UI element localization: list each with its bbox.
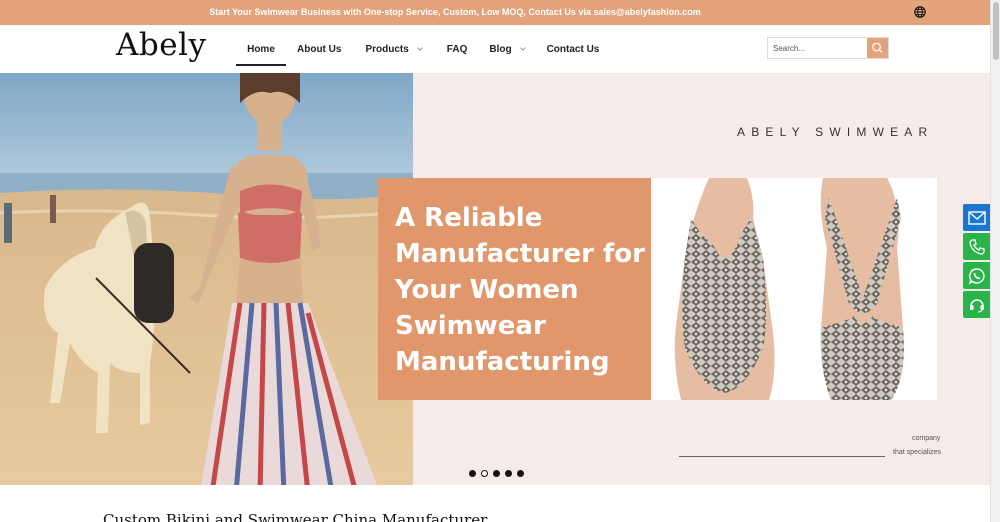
email-button[interactable] [963,204,991,231]
hero-headline: A Reliable Manufacturer for Your Women S… [395,203,645,377]
headset-icon [970,298,984,313]
phone-icon [969,238,985,255]
slider-dot-4[interactable] [505,470,512,477]
nav-about-us-label: About Us [297,43,342,55]
hero-banner: ABELY SWIMWEAR A Reliable Manufacturer f… [0,73,990,485]
nav-faq-label: FAQ [446,43,468,55]
nav-about-us[interactable]: About Us [297,25,341,73]
hero-beach-photo [0,73,413,485]
search-box [767,37,889,59]
promo-bar: Start Your Swimwear Business with One-st… [0,0,990,25]
whatsapp-icon [968,267,985,285]
promo-text: Start Your Swimwear Business with One-st… [209,7,701,17]
nav-products-label: Products [365,43,409,55]
specializes-label: that specializes [893,449,941,456]
nav-home-label: Home [247,43,275,55]
company-label: company [912,435,941,442]
search-icon [872,42,883,53]
headline-panel: A Reliable Manufacturer for Your Women S… [378,178,651,400]
support-button[interactable] [963,291,991,318]
search-button[interactable] [867,38,888,58]
page-scrollbar[interactable] [990,0,1000,522]
side-contact-bar [963,204,991,320]
nav-faq[interactable]: FAQ [447,25,468,73]
scrollbar-thumb[interactable] [993,2,999,60]
slider-dot-1[interactable] [469,470,476,477]
mail-icon [968,210,986,225]
main-nav: Home About Us Products FAQ Blog Contact … [236,25,599,73]
nav-home[interactable]: Home [236,25,286,73]
brand-tagline: ABELY SWIMWEAR [737,125,934,139]
nav-products[interactable]: Products [365,25,423,73]
nav-blog-label: Blog [489,43,512,55]
swimsuit-models-photo [651,178,937,400]
globe-icon[interactable] [913,5,927,19]
whatsapp-button[interactable] [963,262,991,289]
site-header: Abely Home About Us Products FAQ Blog Co… [0,25,990,73]
nav-contact-us[interactable]: Contact Us [547,25,600,73]
divider-line [679,456,885,457]
phone-button[interactable] [963,233,991,260]
slider-dot-2[interactable] [481,470,488,477]
chevron-down-icon [519,44,526,51]
search-input[interactable] [768,38,867,58]
section-title: Custom Bikini and Swimwear China Manufac… [103,511,488,522]
slider-dots [469,470,524,477]
nav-blog[interactable]: Blog [489,25,526,73]
chevron-down-icon [416,44,423,51]
slider-dot-3[interactable] [493,470,500,477]
nav-contact-us-label: Contact Us [546,43,600,55]
site-logo[interactable]: Abely [116,27,207,63]
slider-dot-5[interactable] [517,470,524,477]
